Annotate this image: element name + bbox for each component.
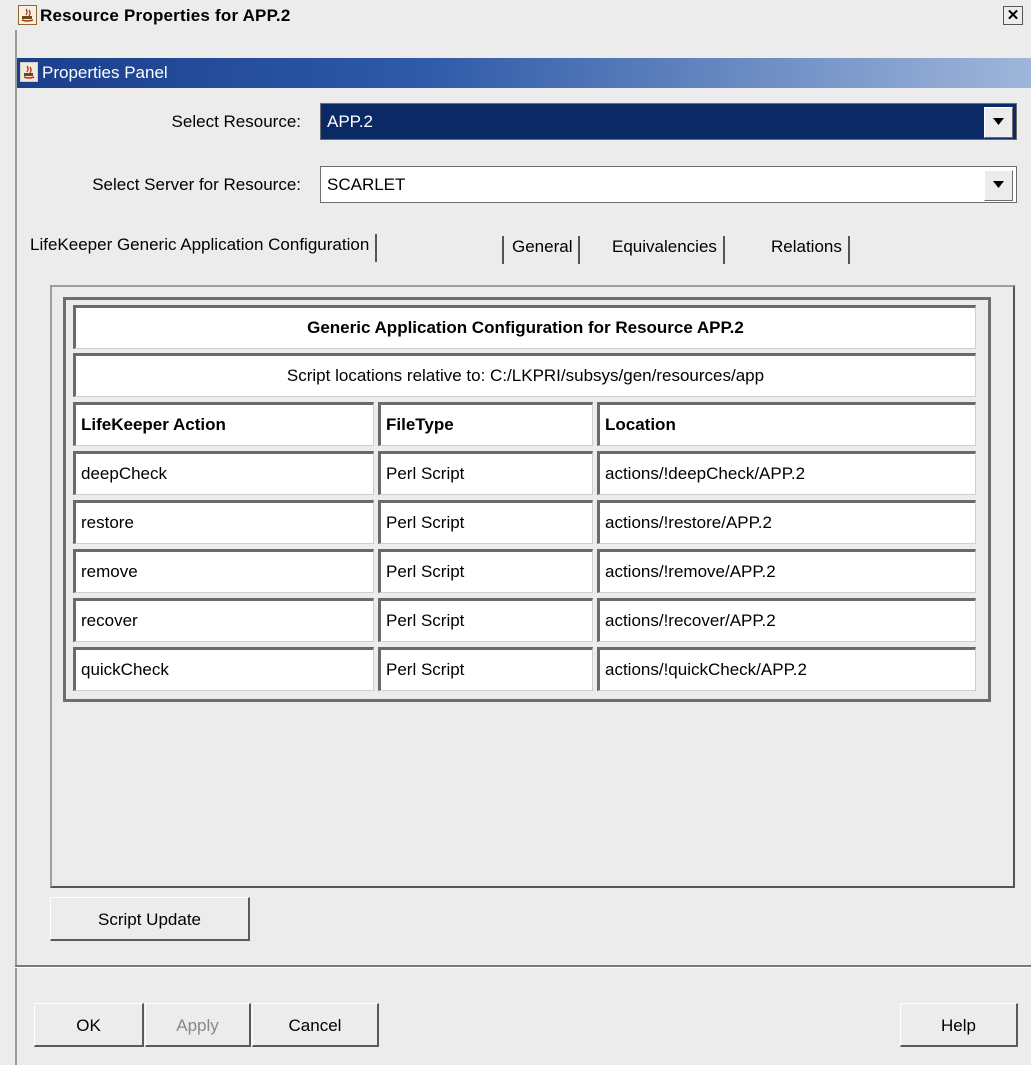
table-row-action: quickCheck xyxy=(73,647,374,691)
tab-lifekeeper-generic-app-config[interactable]: LifeKeeper Generic Application Configura… xyxy=(30,234,378,262)
window-title: Resource Properties for APP.2 xyxy=(40,6,291,25)
properties-panel-icon xyxy=(20,62,38,82)
select-resource-value: APP.2 xyxy=(327,112,374,131)
table-row-filetype: Perl Script xyxy=(378,500,593,544)
select-server-dropdown[interactable]: SCARLET xyxy=(320,166,1017,203)
select-server-value: SCARLET xyxy=(327,175,406,194)
tab-general[interactable]: General xyxy=(512,236,581,264)
help-button[interactable]: Help xyxy=(900,1003,1018,1047)
tab-relations[interactable]: Relations xyxy=(771,236,850,264)
dropdown-arrow-icon[interactable] xyxy=(984,107,1013,138)
window-left-border xyxy=(15,30,17,1065)
ok-button[interactable]: OK xyxy=(34,1003,144,1047)
select-resource-dropdown[interactable]: APP.2 xyxy=(320,103,1017,140)
tab-divider xyxy=(502,236,504,264)
table-row-filetype: Perl Script xyxy=(378,647,593,691)
table-subtitle: Script locations relative to: C:/LKPRI/s… xyxy=(73,353,976,397)
close-icon[interactable]: ✕ xyxy=(1003,6,1023,25)
table-row-filetype: Perl Script xyxy=(378,451,593,495)
table-row-action: deepCheck xyxy=(73,451,374,495)
app-window-icon xyxy=(18,5,37,25)
table-row-location: actions/!remove/APP.2 xyxy=(597,549,976,593)
table-row-location: actions/!quickCheck/APP.2 xyxy=(597,647,976,691)
dropdown-arrow-icon[interactable] xyxy=(984,170,1013,201)
table-row-action: restore xyxy=(73,500,374,544)
column-header-filetype: FileType xyxy=(378,402,593,446)
table-row-filetype: Perl Script xyxy=(378,549,593,593)
table-row-location: actions/!recover/APP.2 xyxy=(597,598,976,642)
dialog-separator xyxy=(15,965,1031,968)
column-header-action: LifeKeeper Action xyxy=(73,402,374,446)
table-row-filetype: Perl Script xyxy=(378,598,593,642)
table-row-action: recover xyxy=(73,598,374,642)
select-server-label: Select Server for Resource: xyxy=(92,175,301,194)
table-title: Generic Application Configuration for Re… xyxy=(73,305,976,349)
script-update-button[interactable]: Script Update xyxy=(50,897,250,941)
table-row-location: actions/!restore/APP.2 xyxy=(597,500,976,544)
table-row-action: remove xyxy=(73,549,374,593)
column-header-location: Location xyxy=(597,402,976,446)
properties-panel-title: Properties Panel xyxy=(42,63,168,82)
properties-panel-header xyxy=(17,58,1031,88)
tab-equivalencies[interactable]: Equivalencies xyxy=(612,236,725,264)
select-resource-label: Select Resource: xyxy=(171,112,301,131)
apply-button[interactable]: Apply xyxy=(145,1003,251,1047)
cancel-button[interactable]: Cancel xyxy=(252,1003,379,1047)
table-row-location: actions/!deepCheck/APP.2 xyxy=(597,451,976,495)
